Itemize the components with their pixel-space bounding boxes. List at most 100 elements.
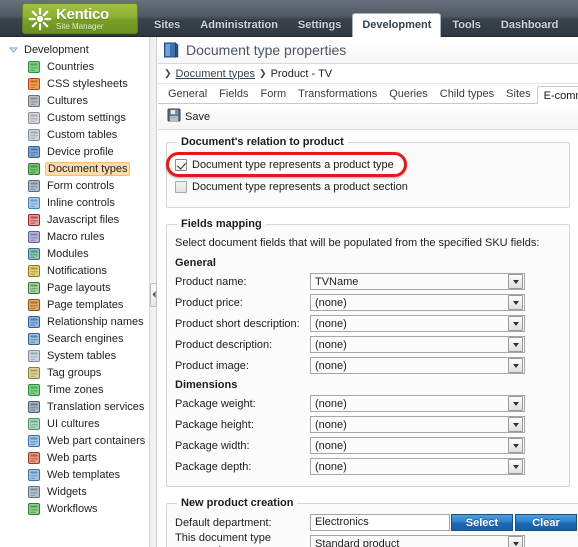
property-subtabs: General Fields Form Transformations Queries C… [158, 84, 578, 104]
mapping-field-dropdown[interactable]: (none) [310, 416, 525, 433]
sidebar-item-notifications[interactable]: Notifications [5, 262, 149, 279]
tab-transformations[interactable]: Transformations [292, 85, 383, 103]
chevron-down-icon[interactable] [508, 274, 523, 289]
sidebar-item-system-tables[interactable]: System tables [5, 347, 149, 364]
table-grid-icon [27, 128, 41, 142]
main-tab-sites[interactable]: Sites [145, 14, 189, 37]
sidebar-item-custom-settings[interactable]: Custom settings [5, 109, 149, 126]
sidebar-item-page-layouts[interactable]: Page layouts [5, 279, 149, 296]
sidebar-item-form-controls[interactable]: Form controls [5, 177, 149, 194]
sidebar-item-label: Translation services [47, 400, 145, 413]
mapping-field-dropdown[interactable]: (none) [310, 458, 525, 475]
sidebar-item-cultures[interactable]: Cultures [5, 92, 149, 109]
sidebar-item-web-templates[interactable]: Web templates [5, 466, 149, 483]
sidebar-item-javascript-files[interactable]: Javascript files [5, 211, 149, 228]
sidebar-item-relationship-names[interactable]: Relationship names [5, 313, 149, 330]
sidebar-item-web-parts[interactable]: Web parts [5, 449, 149, 466]
sidebar-item-widgets[interactable]: Widgets [5, 483, 149, 500]
sidebar-item-page-templates[interactable]: Page templates [5, 296, 149, 313]
expand-collapse-triangle-icon[interactable] [7, 43, 20, 56]
document-represents-label: This document type represents: [175, 531, 271, 547]
sidebar-item-tag-groups[interactable]: Tag groups [5, 364, 149, 381]
sidebar-item-modules[interactable]: Modules [5, 245, 149, 262]
sidebar-item-label: Cultures [47, 94, 88, 107]
workflow-check-icon [27, 502, 41, 516]
sidebar-item-device-profile[interactable]: Device profile [5, 143, 149, 160]
sidebar-item-custom-tables[interactable]: Custom tables [5, 126, 149, 143]
document-relation-legend: Document's relation to product [181, 136, 344, 148]
mapping-row: Product short description: (none) [175, 314, 561, 333]
sidebar-item-web-part-containers[interactable]: Web part containers [5, 432, 149, 449]
kentico-logo[interactable]: Kentico Site Manager [22, 3, 138, 34]
tab-sites[interactable]: Sites [500, 85, 536, 103]
mapping-field-dropdown[interactable]: (none) [310, 315, 525, 332]
web-template-icon [27, 468, 41, 482]
mapping-field-dropdown[interactable]: (none) [310, 395, 525, 412]
kentico-asterisk-icon [28, 7, 52, 31]
main-tab-tools[interactable]: Tools [443, 14, 490, 37]
mapping-field-dropdown[interactable]: (none) [310, 357, 525, 374]
chevron-down-icon[interactable] [508, 337, 523, 352]
clear-department-button[interactable]: Clear [515, 514, 577, 531]
mapping-field-dropdown[interactable]: (none) [310, 336, 525, 353]
tree-root-development[interactable]: Development [5, 41, 149, 58]
sidebar-item-ui-cultures[interactable]: UI cultures [5, 415, 149, 432]
relation-checkbox-row-1: Document type represents a product secti… [175, 177, 561, 196]
sidebar-item-label: Modules [47, 247, 89, 260]
tab-queries[interactable]: Queries [383, 85, 434, 103]
main-tab-settings[interactable]: Settings [289, 14, 350, 37]
sidebar-item-translation-services[interactable]: Translation services [5, 398, 149, 415]
main-tab-administration[interactable]: Administration [191, 14, 287, 37]
sidebar-item-css-stylesheets[interactable]: CSS stylesheets [5, 75, 149, 92]
mapping-field-dropdown[interactable]: (none) [310, 437, 525, 454]
sidebar-item-countries[interactable]: Countries [5, 58, 149, 75]
sidebar-item-label: Web templates [47, 468, 121, 481]
fields-mapping-group: Fields mapping Select document fields th… [166, 218, 570, 487]
sidebar-item-inline-controls[interactable]: Inline controls [5, 194, 149, 211]
web-part-icon [27, 451, 41, 465]
sidebar-item-workflows[interactable]: Workflows [5, 500, 149, 517]
select-department-button[interactable]: Select [451, 514, 513, 531]
mapping-field-dropdown[interactable]: TVName [310, 273, 525, 290]
tab-fields[interactable]: Fields [213, 85, 254, 103]
relation-checkbox-row-0: Document type represents a product type [175, 155, 561, 174]
product-section-checkbox[interactable] [175, 180, 187, 193]
chevron-down-icon[interactable] [508, 396, 523, 411]
mapping-field-dropdown[interactable]: (none) [310, 294, 525, 311]
main-tab-dashboard[interactable]: Dashboard [492, 14, 567, 37]
javascript-file-icon [27, 213, 41, 227]
search-engine-icon [27, 332, 41, 346]
chevron-down-icon[interactable] [508, 536, 523, 547]
tab-e-commerce[interactable]: E-commerce [536, 86, 578, 104]
sidebar-item-time-zones[interactable]: Time zones [5, 381, 149, 398]
mapping-section-heading: General [175, 257, 216, 269]
sidebar-item-search-engines[interactable]: Search engines [5, 330, 149, 347]
main-tab-licenses[interactable]: Licenses [569, 14, 578, 37]
document-represents-dropdown[interactable]: Standard product [310, 535, 525, 547]
default-department-row: Default department: Electronics Select C… [175, 513, 577, 532]
tab-general[interactable]: General [162, 85, 213, 103]
chevron-down-icon[interactable] [508, 438, 523, 453]
mapping-field-label: Product name: [175, 275, 247, 288]
tab-child-types[interactable]: Child types [434, 85, 500, 103]
product-type-checkbox[interactable] [175, 158, 187, 171]
sidebar-splitter[interactable] [150, 37, 157, 547]
logo-subtitle: Site Manager [56, 21, 104, 31]
breadcrumb-link-document-types[interactable]: Document types [176, 68, 255, 80]
web-part-container-icon [27, 434, 41, 448]
default-department-input[interactable]: Electronics [310, 514, 450, 531]
sidebar-item-document-types[interactable]: Document types [5, 160, 149, 177]
grey-globe-icon [27, 94, 41, 108]
sidebar-collapse-handle[interactable] [150, 283, 157, 307]
sidebar-item-macro-rules[interactable]: Macro rules [5, 228, 149, 245]
chevron-down-icon[interactable] [508, 459, 523, 474]
chevron-down-icon[interactable] [508, 295, 523, 310]
chevron-down-icon[interactable] [508, 358, 523, 373]
mapping-field-label: Product image: [175, 359, 249, 372]
save-button[interactable]: Save [162, 107, 218, 127]
chevron-down-icon[interactable] [508, 316, 523, 331]
main-tab-development[interactable]: Development [352, 13, 442, 37]
mapping-field-value: (none) [315, 338, 347, 351]
chevron-down-icon[interactable] [508, 417, 523, 432]
tab-form[interactable]: Form [254, 85, 292, 103]
